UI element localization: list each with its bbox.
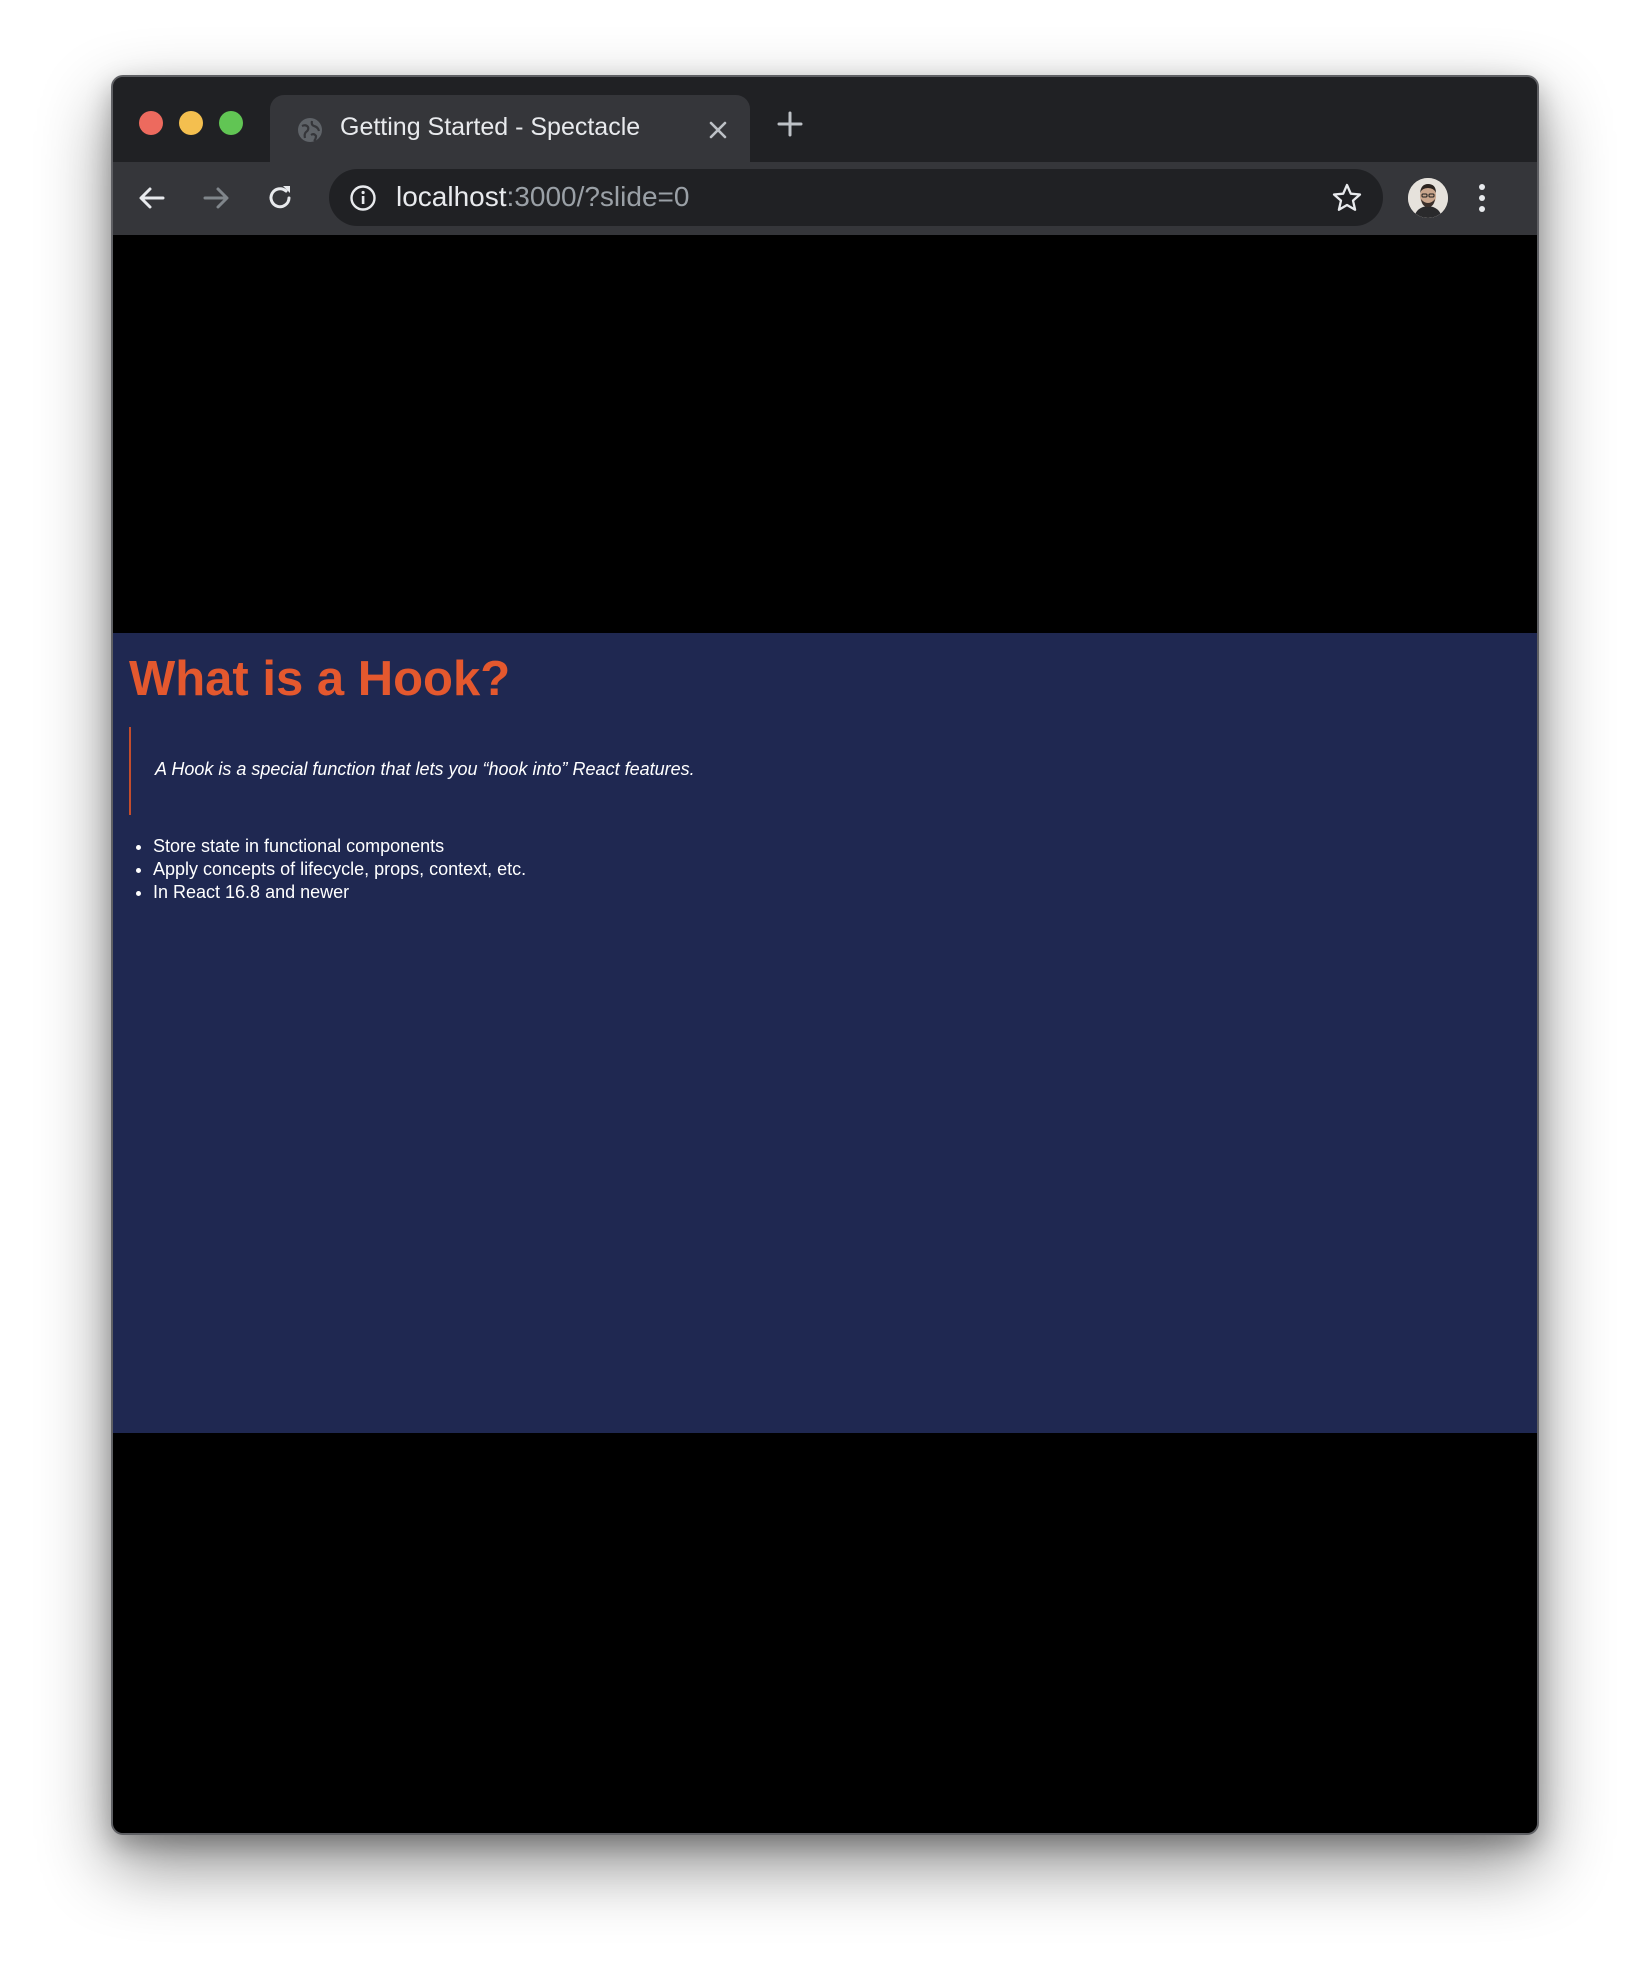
title-bar: Getting Started - Spectacle: [113, 77, 1537, 164]
arrow-left-icon[interactable]: [135, 181, 169, 215]
arrow-right-icon[interactable]: [199, 181, 233, 215]
list-item: Store state in functional components: [153, 835, 526, 858]
plus-icon[interactable]: [775, 109, 805, 139]
info-icon[interactable]: [349, 184, 377, 212]
quote-text: A Hook is a special function that lets y…: [155, 759, 695, 779]
profile-photo: [1408, 178, 1448, 218]
list-item: In React 16.8 and newer: [153, 881, 526, 904]
url-host: localhost: [396, 181, 507, 212]
url-path: :3000/?slide=0: [506, 181, 690, 212]
slide-heading: What is a Hook?: [129, 652, 511, 706]
kebab-menu-icon[interactable]: [1476, 182, 1488, 214]
slide: What is a Hook? A Hook is a special func…: [113, 633, 1537, 1433]
address-bar[interactable]: localhost:3000/?slide=0: [329, 169, 1383, 226]
window-close-button[interactable]: [139, 111, 163, 135]
window-minimize-button[interactable]: [179, 111, 203, 135]
avatar[interactable]: [1408, 178, 1448, 218]
page-viewport: What is a Hook? A Hook is a special func…: [113, 235, 1537, 1833]
tab-title: Getting Started - Spectacle: [340, 113, 641, 141]
star-icon[interactable]: [1331, 182, 1363, 214]
window-maximize-button[interactable]: [219, 111, 243, 135]
list-item: Apply concepts of lifecycle, props, cont…: [153, 858, 526, 881]
tab-getting-started[interactable]: Getting Started - Spectacle: [270, 95, 750, 164]
close-icon[interactable]: [704, 116, 732, 144]
reload-icon[interactable]: [263, 181, 297, 215]
browser-window: Getting Started - Spectacle localhost:30…: [111, 75, 1539, 1835]
blockquote: A Hook is a special function that lets y…: [129, 727, 831, 815]
url-text: localhost:3000/?slide=0: [396, 181, 689, 213]
bullet-list: Store state in functional components App…: [129, 835, 526, 904]
browser-toolbar: localhost:3000/?slide=0: [113, 162, 1537, 235]
globe-icon: [298, 118, 322, 142]
